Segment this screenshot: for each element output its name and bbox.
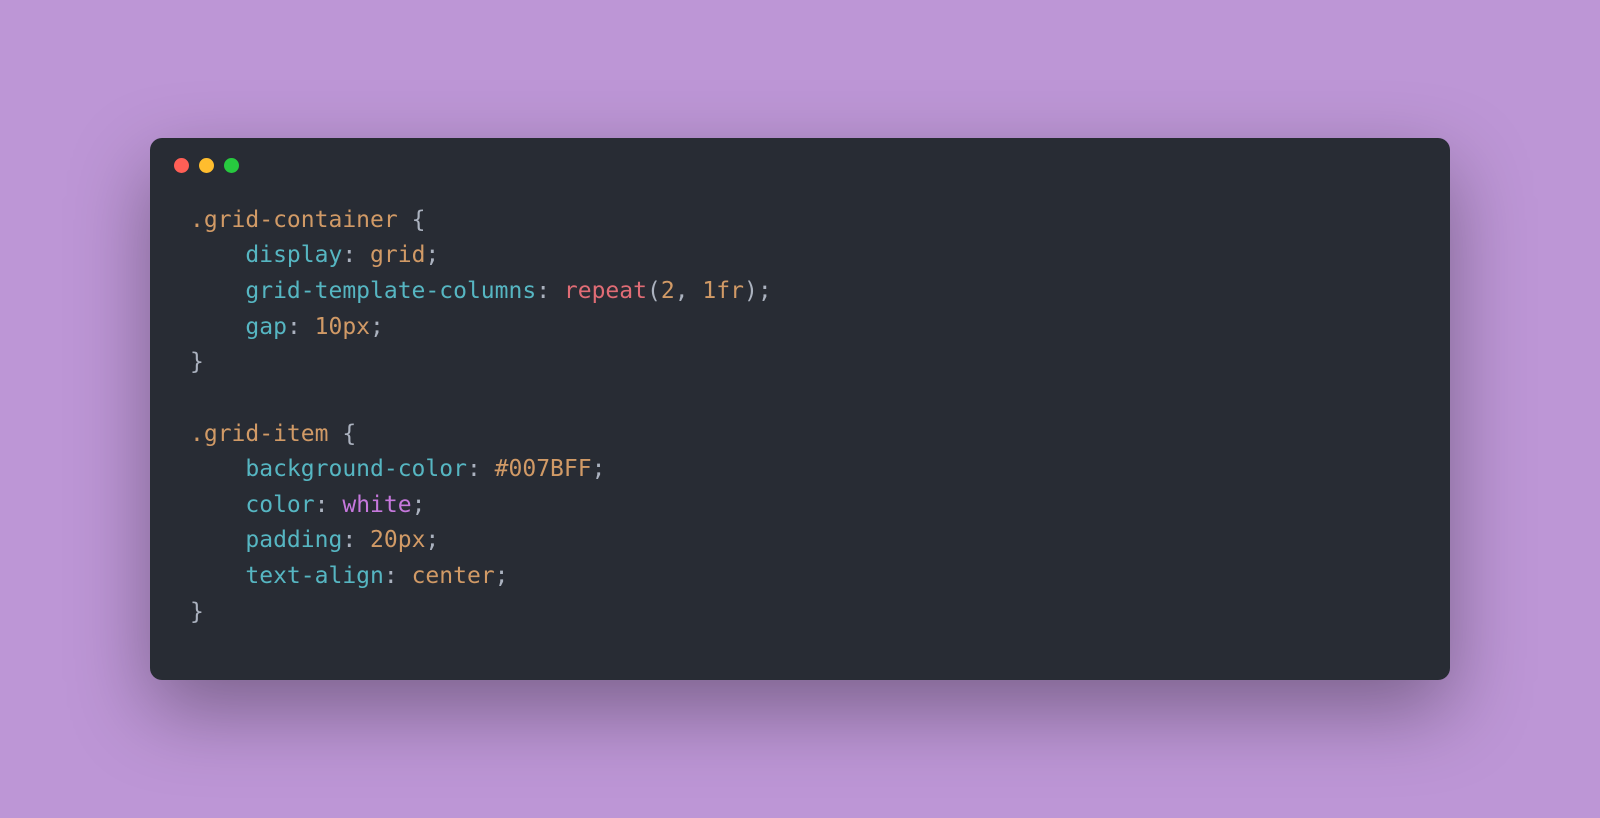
code-line: display: grid; [190, 238, 1410, 274]
paren: ) [744, 278, 758, 304]
brace: } [190, 349, 204, 375]
maximize-icon[interactable] [224, 158, 239, 173]
css-arg: 2 [661, 278, 675, 304]
semicolon: ; [425, 242, 439, 268]
css-value: center [412, 563, 495, 589]
css-property: grid-template-columns [245, 278, 536, 304]
brace: { [398, 207, 426, 233]
css-property: color [245, 492, 314, 518]
code-line: color: white; [190, 488, 1410, 524]
css-property: padding [245, 527, 342, 553]
css-property: gap [245, 314, 287, 340]
indent [190, 242, 245, 268]
colon: : [342, 242, 370, 268]
code-line: background-color: #007BFF; [190, 452, 1410, 488]
colon: : [287, 314, 315, 340]
colon: : [536, 278, 564, 304]
semicolon: ; [495, 563, 509, 589]
minimize-icon[interactable] [199, 158, 214, 173]
code-window: .grid-container { display: grid; grid-te… [150, 138, 1450, 681]
indent [190, 563, 245, 589]
brace: } [190, 599, 204, 625]
colon: : [467, 456, 495, 482]
colon: : [315, 492, 343, 518]
window-titlebar [150, 138, 1450, 179]
css-selector: .grid-item [190, 421, 328, 447]
code-line: } [190, 595, 1410, 631]
indent [190, 492, 245, 518]
brace: { [328, 421, 356, 447]
css-property: display [245, 242, 342, 268]
code-line: grid-template-columns: repeat(2, 1fr); [190, 274, 1410, 310]
css-property: text-align [245, 563, 383, 589]
colon: : [384, 563, 412, 589]
comma: , [675, 278, 703, 304]
code-line: } [190, 345, 1410, 381]
semicolon: ; [412, 492, 426, 518]
css-value: #007BFF [495, 456, 592, 482]
semicolon: ; [425, 527, 439, 553]
css-value: 10px [315, 314, 370, 340]
css-value: 20px [370, 527, 425, 553]
indent [190, 314, 245, 340]
code-line: text-align: center; [190, 559, 1410, 595]
css-arg: 1fr [702, 278, 744, 304]
semicolon: ; [592, 456, 606, 482]
indent [190, 527, 245, 553]
semicolon: ; [370, 314, 384, 340]
paren: ( [647, 278, 661, 304]
css-function: repeat [564, 278, 647, 304]
semicolon: ; [758, 278, 772, 304]
css-value: white [342, 492, 411, 518]
close-icon[interactable] [174, 158, 189, 173]
indent [190, 456, 245, 482]
colon: : [342, 527, 370, 553]
css-value: grid [370, 242, 425, 268]
code-line [190, 381, 1410, 417]
code-line: .grid-item { [190, 417, 1410, 453]
code-content: .grid-container { display: grid; grid-te… [150, 179, 1450, 681]
code-line: .grid-container { [190, 203, 1410, 239]
css-property: background-color [245, 456, 467, 482]
code-line: gap: 10px; [190, 310, 1410, 346]
css-selector: .grid-container [190, 207, 398, 233]
indent [190, 278, 245, 304]
code-line: padding: 20px; [190, 523, 1410, 559]
